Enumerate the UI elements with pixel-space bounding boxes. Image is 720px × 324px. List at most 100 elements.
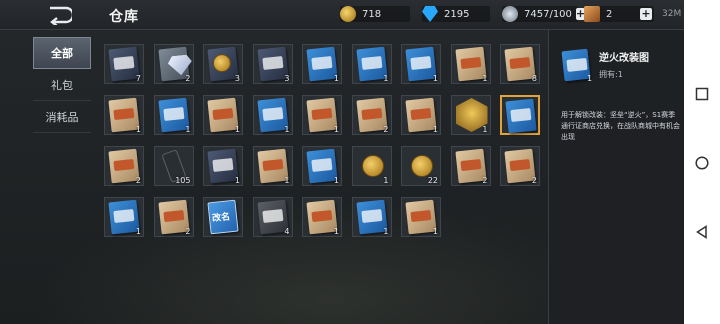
item-slot[interactable]: 1 — [104, 197, 144, 237]
item-slot[interactable]: 1 — [203, 146, 243, 186]
status-indicator: 32M — [662, 9, 682, 19]
item-slot[interactable]: 1 — [252, 146, 293, 186]
item-slot[interactable]: 1 — [450, 95, 491, 135]
item-slot[interactable]: 1 — [302, 197, 342, 237]
energy-icon — [502, 6, 518, 22]
item-count: 2 — [185, 74, 191, 83]
item-count: 8 — [531, 74, 537, 83]
item-slot[interactable]: 1 — [351, 146, 392, 186]
coin-icon — [411, 155, 433, 177]
ticket-value: 2 — [606, 8, 613, 20]
item-slot[interactable]: 1 — [351, 44, 392, 84]
item-slot[interactable]: 1 — [351, 197, 392, 237]
bluecard-card-icon: 改名 — [207, 199, 239, 235]
detail-item-icon: 1 — [559, 46, 597, 84]
item-slot[interactable]: 2 — [500, 146, 540, 186]
item-count: 105 — [175, 176, 191, 185]
ticket-icon — [584, 6, 600, 22]
item-slot[interactable]: 7 — [104, 44, 144, 84]
tan-card-icon — [405, 199, 437, 235]
item-count: 1 — [135, 125, 141, 134]
back-arrow-icon — [50, 6, 72, 25]
item-slot[interactable]: 1 — [401, 95, 441, 135]
item-slot[interactable]: 1 — [302, 95, 342, 135]
gold-value: 718 — [362, 8, 382, 20]
item-count: 1 — [333, 176, 339, 185]
item-count: 1 — [333, 227, 339, 236]
square-icon — [695, 87, 709, 101]
item-count: 1 — [333, 74, 339, 83]
item-count: 1 — [284, 176, 290, 185]
energy-counter: 7457/100 + — [502, 6, 586, 22]
tab-consumables[interactable]: 消耗品 — [33, 101, 91, 133]
item-slot[interactable]: 1 — [252, 95, 293, 135]
item-slot[interactable]: 1 — [104, 95, 144, 135]
nav-back-button[interactable] — [695, 224, 709, 239]
item-count: 1 — [234, 125, 240, 134]
tan-card-icon — [207, 97, 239, 133]
item-slot[interactable]: 1 — [450, 44, 491, 84]
tan-card-icon — [108, 97, 140, 133]
item-count: 1 — [432, 227, 438, 236]
item-slot[interactable]: 4 — [252, 197, 293, 237]
item-slot[interactable]: 2 — [450, 146, 491, 186]
item-count: 1 — [135, 227, 141, 236]
item-count: 3 — [284, 74, 290, 83]
tan-card-icon — [306, 97, 338, 133]
item-slot[interactable]: 改名 — [203, 197, 243, 237]
item-slot[interactable] — [500, 95, 540, 135]
item-count: 1 — [284, 125, 290, 134]
tab-all[interactable]: 全部 — [33, 37, 91, 69]
tan-card-icon — [504, 148, 536, 184]
item-slot[interactable]: 2 — [153, 197, 194, 237]
item-count: 1 — [383, 227, 389, 236]
tan-card-icon — [108, 148, 140, 184]
system-nav-bar — [684, 0, 720, 324]
page-title: 仓库 — [109, 9, 139, 25]
item-slot[interactable]: 1 — [302, 44, 342, 84]
item-slot[interactable]: 22 — [401, 146, 441, 186]
item-slot[interactable]: 2 — [104, 146, 144, 186]
blue-card-icon — [108, 199, 140, 235]
diamond-counter: 2195 — [422, 6, 490, 22]
item-count: 4 — [284, 227, 290, 236]
tan-card-icon — [306, 199, 338, 235]
back-button[interactable] — [38, 4, 78, 26]
item-count: 1 — [383, 74, 389, 83]
item-slot[interactable]: 105 — [153, 146, 194, 186]
item-slot[interactable]: 3 — [252, 44, 293, 84]
item-count: 22 — [427, 176, 438, 185]
item-detail-panel: 1 逆火改装图 拥有:1 用于解锁改装：坚垒“逆火”，S1赛季通行证商店兑换，在… — [548, 30, 684, 324]
recent-apps-button[interactable] — [695, 86, 709, 101]
coin-icon — [361, 155, 384, 177]
item-slot[interactable]: 1 — [401, 197, 441, 237]
detail-count: 1 — [587, 74, 593, 83]
item-slot[interactable]: 1 — [302, 146, 342, 186]
item-slot[interactable]: 1 — [153, 95, 194, 135]
item-count: 1 — [333, 125, 339, 134]
item-count: 2 — [482, 176, 488, 185]
item-count: 1 — [432, 74, 438, 83]
item-slot[interactable]: 2 — [351, 95, 392, 135]
tab-label: 消耗品 — [45, 110, 79, 124]
detail-description: 用于解锁改装：坚垒“逆火”，S1赛季通行证商店兑换，在战队商城中有机会出现 — [561, 111, 680, 141]
item-count: 1 — [482, 74, 488, 83]
item-count: 2 — [135, 176, 141, 185]
item-count: 1 — [482, 125, 488, 134]
home-button[interactable] — [695, 155, 709, 170]
item-count: 2 — [185, 227, 191, 236]
item-count: 1 — [185, 125, 191, 134]
item-count: 1 — [383, 176, 389, 185]
diamond-value: 2195 — [444, 8, 470, 20]
item-count: 2 — [383, 125, 389, 134]
add-ticket-button[interactable]: + — [640, 8, 652, 20]
blue-card-icon — [505, 98, 537, 134]
item-slot[interactable]: 1 — [401, 44, 441, 84]
gold-counter: 718 — [340, 6, 410, 22]
item-slot[interactable]: 2 — [153, 44, 194, 84]
tab-gift[interactable]: 礼包 — [33, 69, 91, 101]
item-count: 7 — [135, 74, 141, 83]
item-slot[interactable]: 1 — [203, 95, 243, 135]
item-slot[interactable]: 8 — [500, 44, 540, 84]
item-slot[interactable]: 3 — [203, 44, 243, 84]
